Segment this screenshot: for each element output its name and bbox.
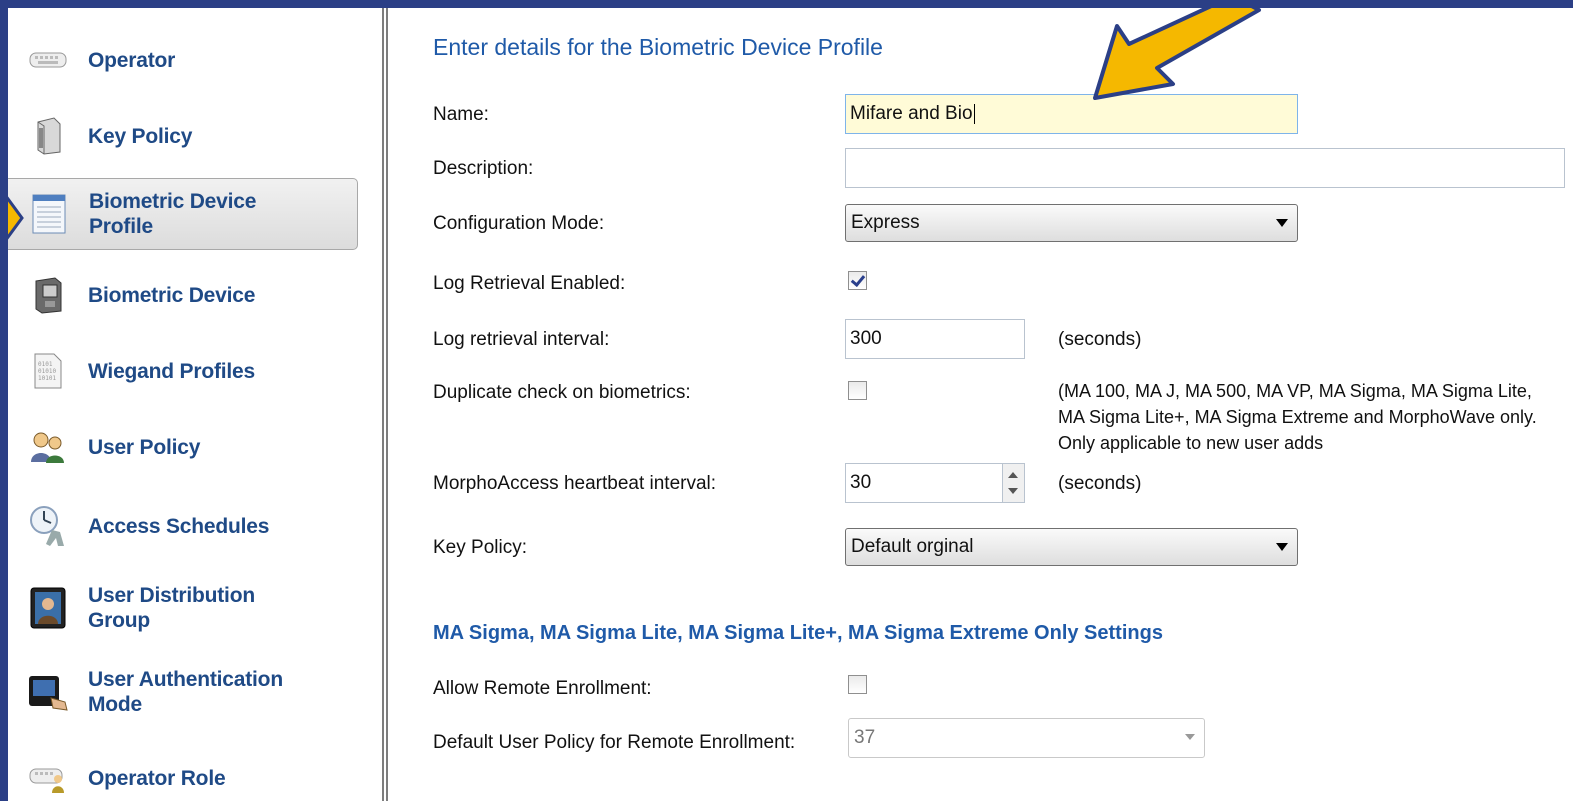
- sidebar-item-user-policy[interactable]: User Policy: [8, 417, 358, 477]
- description-label: Description:: [433, 158, 534, 179]
- default-user-policy-value: 37: [854, 727, 876, 748]
- allow-remote-enrollment-label: Allow Remote Enrollment:: [433, 678, 652, 699]
- key-policy-select[interactable]: Default orginal: [845, 528, 1298, 566]
- spin-down-icon[interactable]: [1008, 488, 1018, 494]
- log-retrieval-interval-unit: (seconds): [1058, 329, 1142, 350]
- sidebar-item-operator-role[interactable]: Operator Role: [8, 748, 358, 801]
- sidebar-item-user-authentication-mode[interactable]: User Authentication Mode: [8, 662, 358, 722]
- sidebar-item-wiegand-profiles[interactable]: 0101 01010 10101 Wiegand Profiles: [8, 341, 358, 401]
- spinner-buttons[interactable]: [1002, 464, 1024, 502]
- sidebar-item-user-distribution-group[interactable]: User Distribution Group: [8, 578, 358, 638]
- heartbeat-interval-value: 30: [850, 472, 872, 493]
- log-retrieval-enabled-label: Log Retrieval Enabled:: [433, 273, 626, 294]
- sidebar-item-label: Operator: [88, 48, 176, 72]
- chevron-down-icon: [1276, 543, 1288, 551]
- sidebar-item-label: User Distribution Group: [88, 584, 255, 632]
- key-policy-value: Default orginal: [851, 536, 974, 557]
- biometric-device-icon: [26, 273, 70, 317]
- log-retrieval-interval-field[interactable]: 300: [845, 319, 1025, 359]
- sidebar-item-label: Biometric Device Profile: [89, 190, 257, 238]
- log-retrieval-interval-value: 300: [850, 328, 882, 349]
- name-value: Mifare and Bio: [850, 103, 973, 124]
- default-user-policy-label: Default User Policy for Remote Enrollmen…: [433, 732, 796, 753]
- sigma-section-title: MA Sigma, MA Sigma Lite, MA Sigma Lite+,…: [433, 622, 1163, 644]
- sidebar-item-label: Access Schedules: [88, 514, 270, 538]
- sidebar-item-key-policy[interactable]: Key Policy: [8, 106, 358, 166]
- server-icon: [26, 114, 70, 158]
- svg-text:10101: 10101: [38, 375, 56, 382]
- keyboard-person-icon: [26, 756, 70, 800]
- keyboard-icon: [26, 38, 70, 82]
- spin-up-icon[interactable]: [1008, 472, 1018, 478]
- log-retrieval-interval-label: Log retrieval interval:: [433, 329, 610, 350]
- heartbeat-interval-stepper[interactable]: 30: [845, 463, 1025, 503]
- heartbeat-interval-label: MorphoAccess heartbeat interval:: [433, 473, 717, 494]
- binary-document-icon: 0101 01010 10101: [26, 349, 70, 393]
- chevron-down-icon: [1185, 734, 1195, 740]
- configuration-mode-value: Express: [851, 212, 920, 233]
- allow-remote-enrollment-checkbox[interactable]: [848, 675, 867, 694]
- sidebar-item-biometric-device-profile[interactable]: Biometric Device Profile: [8, 178, 358, 250]
- duplicate-check-label: Duplicate check on biometrics:: [433, 382, 691, 403]
- name-label: Name:: [433, 104, 489, 125]
- document-list-icon: [27, 192, 71, 236]
- annotation-arrow: [1093, 8, 1261, 100]
- description-field[interactable]: [845, 148, 1565, 188]
- annotation-arrow-left: [8, 196, 24, 240]
- svg-text:0101: 0101: [38, 361, 53, 368]
- window: Operator Key Policy Biometric Device Pro…: [8, 8, 1573, 801]
- configuration-mode-label: Configuration Mode:: [433, 213, 605, 234]
- configuration-mode-select[interactable]: Express: [845, 204, 1298, 242]
- page-title: Enter details for the Biometric Device P…: [433, 34, 883, 60]
- sidebar-item-label: Operator Role: [88, 766, 226, 790]
- duplicate-check-note: (MA 100, MA J, MA 500, MA VP, MA Sigma, …: [1058, 381, 1537, 453]
- svg-text:01010: 01010: [38, 368, 56, 375]
- heartbeat-interval-unit: (seconds): [1058, 473, 1142, 494]
- main-panel: Enter details for the Biometric Device P…: [388, 8, 1573, 801]
- sidebar-item-label: Key Policy: [88, 124, 193, 148]
- sidebar-item-access-schedules[interactable]: Access Schedules: [8, 496, 358, 556]
- duplicate-check-checkbox[interactable]: [848, 381, 867, 400]
- text-caret: [973, 104, 975, 124]
- sidebar-item-label: Biometric Device: [88, 283, 256, 307]
- sidebar-item-label: User Authentication Mode: [88, 668, 283, 716]
- log-retrieval-enabled-checkbox[interactable]: [848, 271, 867, 290]
- sidebar: Operator Key Policy Biometric Device Pro…: [8, 8, 378, 801]
- sidebar-item-label: User Policy: [88, 435, 201, 459]
- key-policy-label: Key Policy:: [433, 537, 527, 558]
- clock-person-icon: [26, 504, 70, 548]
- sidebar-item-operator[interactable]: Operator: [8, 30, 358, 90]
- sidebar-item-biometric-device[interactable]: Biometric Device: [8, 265, 358, 325]
- fingerprint-reader-icon: [26, 670, 70, 714]
- users-icon: [26, 425, 70, 469]
- default-user-policy-select[interactable]: 37: [848, 718, 1205, 758]
- sidebar-item-label: Wiegand Profiles: [88, 359, 255, 383]
- user-photo-icon: [26, 586, 70, 630]
- chevron-down-icon: [1276, 219, 1288, 227]
